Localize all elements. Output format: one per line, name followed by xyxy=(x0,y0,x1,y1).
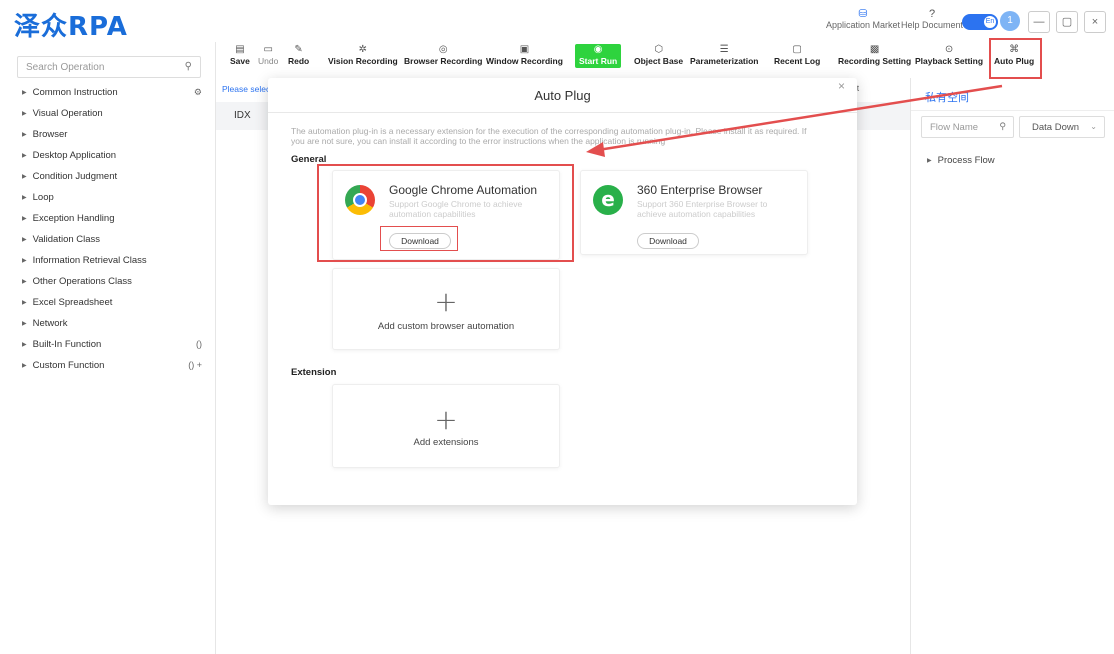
annotation-arrow xyxy=(586,84,1003,157)
